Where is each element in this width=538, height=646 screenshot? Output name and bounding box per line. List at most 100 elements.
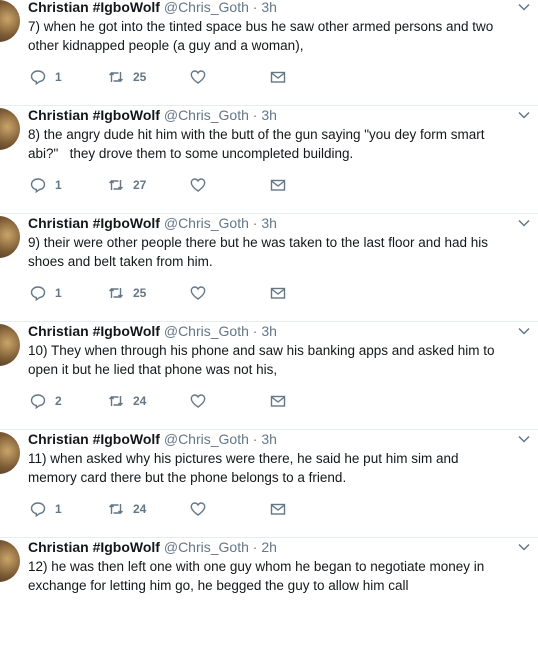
tweet-header: Christian #IgboWolf @Chris_Goth · 3h: [28, 322, 277, 340]
avatar[interactable]: [0, 216, 20, 258]
separator: ·: [252, 539, 258, 555]
tweet-actions: 2 24: [30, 393, 330, 409]
avatar[interactable]: [0, 0, 20, 42]
tweet-actions: 1 27: [30, 177, 330, 193]
direct-message-button[interactable]: [270, 69, 286, 85]
timestamp[interactable]: 3h: [261, 0, 277, 15]
envelope-icon: [270, 287, 286, 299]
heart-icon: [190, 178, 206, 192]
timestamp[interactable]: 3h: [261, 323, 277, 339]
retweet-icon: [109, 396, 123, 406]
author-name[interactable]: Christian #IgboWolf: [28, 431, 160, 447]
tweet[interactable]: Christian #IgboWolf @Chris_Goth · 3h 10)…: [0, 322, 538, 430]
timestamp[interactable]: 3h: [261, 215, 277, 231]
reply-icon: [30, 286, 46, 301]
direct-message-button[interactable]: [270, 393, 286, 409]
tweet-header: Christian #IgboWolf @Chris_Goth · 3h: [28, 0, 277, 16]
reply-count: 1: [55, 502, 62, 516]
separator: ·: [252, 323, 258, 339]
direct-message-button[interactable]: [270, 285, 286, 301]
avatar[interactable]: [0, 540, 20, 582]
author-handle[interactable]: @Chris_Goth: [164, 107, 249, 123]
separator: ·: [252, 215, 258, 231]
chevron-down-icon[interactable]: [518, 325, 530, 337]
reply-button[interactable]: 1: [30, 501, 62, 517]
reply-button[interactable]: 1: [30, 177, 62, 193]
chevron-down-icon[interactable]: [518, 109, 530, 121]
reply-count: 2: [55, 394, 62, 408]
chevron-down-icon[interactable]: [518, 217, 530, 229]
chevron-down-icon[interactable]: [518, 433, 530, 445]
avatar[interactable]: [0, 432, 20, 474]
retweet-count: 24: [133, 502, 147, 516]
tweet-header: Christian #IgboWolf @Chris_Goth · 2h: [28, 538, 277, 556]
tweet-text: 11) when asked why his pictures were the…: [28, 451, 463, 485]
author-name[interactable]: Christian #IgboWolf: [28, 215, 160, 231]
reply-icon: [30, 70, 46, 85]
reply-button[interactable]: 2: [30, 393, 62, 409]
reply-count: 1: [55, 178, 62, 192]
retweet-icon: [109, 504, 123, 514]
reply-button[interactable]: 1: [30, 285, 62, 301]
envelope-icon: [270, 179, 286, 191]
chevron-down-icon[interactable]: [518, 541, 530, 553]
timestamp[interactable]: 3h: [261, 431, 277, 447]
separator: ·: [252, 431, 258, 447]
retweet-count: 25: [133, 286, 147, 300]
tweet-actions: 1 25: [30, 285, 330, 301]
tweet-header: Christian #IgboWolf @Chris_Goth · 3h: [28, 214, 277, 232]
reply-icon: [30, 178, 46, 193]
direct-message-button[interactable]: [270, 177, 286, 193]
like-button[interactable]: [190, 393, 206, 409]
tweet-header: Christian #IgboWolf @Chris_Goth · 3h: [28, 106, 277, 124]
avatar[interactable]: [0, 324, 20, 366]
envelope-icon: [270, 503, 286, 515]
direct-message-button[interactable]: [270, 501, 286, 517]
author-handle[interactable]: @Chris_Goth: [164, 0, 249, 15]
tweet-text: 7) when he got into the tinted space bus…: [28, 19, 498, 53]
avatar[interactable]: [0, 108, 20, 150]
tweet-text: 10) They when through his phone and saw …: [28, 343, 499, 377]
retweet-count: 27: [133, 178, 147, 192]
retweet-button[interactable]: 24: [108, 393, 146, 409]
retweet-icon: [109, 180, 123, 190]
retweet-icon: [109, 288, 123, 298]
tweet-thread: Christian #IgboWolf @Chris_Goth · 3h 7) …: [0, 0, 538, 603]
retweet-button[interactable]: 27: [108, 177, 146, 193]
retweet-button[interactable]: 25: [108, 69, 146, 85]
reply-icon: [30, 502, 46, 517]
separator: ·: [252, 0, 258, 15]
timestamp[interactable]: 3h: [261, 107, 277, 123]
tweet-text: 9) their were other people there but he …: [28, 235, 492, 269]
chevron-down-icon[interactable]: [518, 1, 530, 13]
author-name[interactable]: Christian #IgboWolf: [28, 0, 160, 15]
author-name[interactable]: Christian #IgboWolf: [28, 323, 160, 339]
like-button[interactable]: [190, 285, 206, 301]
tweet[interactable]: Christian #IgboWolf @Chris_Goth · 3h 8) …: [0, 106, 538, 214]
reply-icon: [30, 394, 46, 409]
author-handle[interactable]: @Chris_Goth: [164, 215, 249, 231]
author-name[interactable]: Christian #IgboWolf: [28, 107, 160, 123]
retweet-count: 24: [133, 394, 147, 408]
retweet-count: 25: [133, 70, 147, 84]
author-handle[interactable]: @Chris_Goth: [164, 323, 249, 339]
reply-button[interactable]: 1: [30, 69, 62, 85]
author-name[interactable]: Christian #IgboWolf: [28, 539, 160, 555]
retweet-icon: [109, 72, 123, 82]
timestamp[interactable]: 2h: [261, 539, 277, 555]
tweet[interactable]: Christian #IgboWolf @Chris_Goth · 3h 11)…: [0, 430, 538, 538]
like-button[interactable]: [190, 501, 206, 517]
tweet-actions: 1 25: [30, 69, 330, 85]
like-button[interactable]: [190, 69, 206, 85]
author-handle[interactable]: @Chris_Goth: [164, 431, 249, 447]
tweet[interactable]: Christian #IgboWolf @Chris_Goth · 3h 9) …: [0, 214, 538, 322]
retweet-button[interactable]: 25: [108, 285, 146, 301]
tweet[interactable]: Christian #IgboWolf @Chris_Goth · 3h 7) …: [0, 0, 538, 106]
like-button[interactable]: [190, 177, 206, 193]
retweet-button[interactable]: 24: [108, 501, 146, 517]
envelope-icon: [270, 71, 286, 83]
reply-count: 1: [55, 286, 62, 300]
tweet[interactable]: Christian #IgboWolf @Chris_Goth · 2h 12)…: [0, 538, 538, 646]
tweet-actions: 1 24: [30, 501, 330, 517]
author-handle[interactable]: @Chris_Goth: [164, 539, 249, 555]
